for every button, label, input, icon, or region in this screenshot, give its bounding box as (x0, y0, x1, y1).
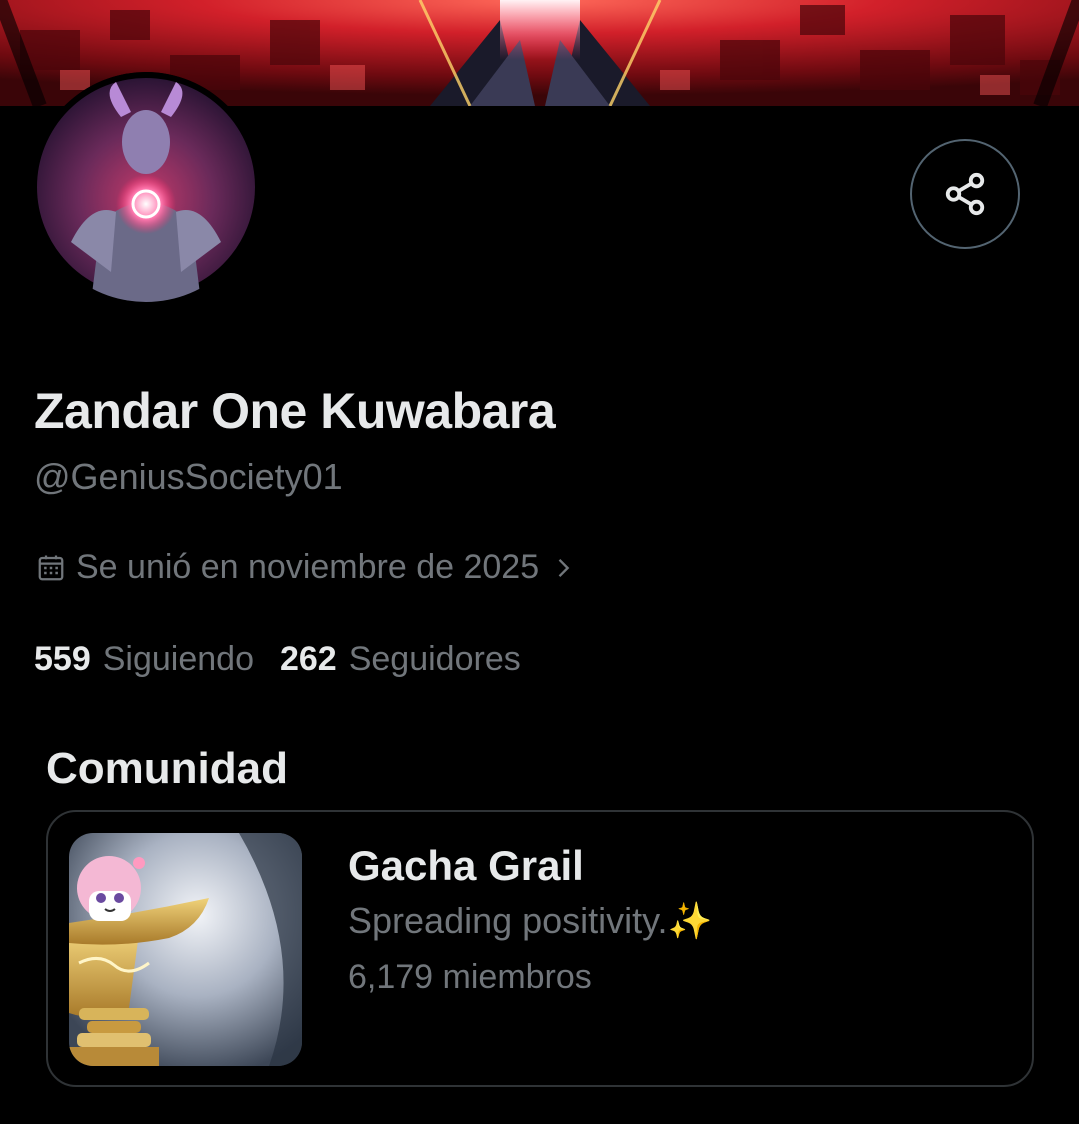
followers-label: Seguidores (348, 640, 521, 678)
follow-stats: 559 Siguiendo 262 Seguidores (34, 640, 547, 679)
share-button[interactable] (910, 139, 1020, 249)
user-handle: @GeniusSociety01 (34, 456, 343, 497)
following-count: 559 (34, 640, 91, 678)
display-name: Zandar One Kuwabara (34, 383, 556, 439)
community-name: Gacha Grail (348, 842, 584, 889)
following-link[interactable]: 559 Siguiendo (34, 640, 254, 679)
community-thumbnail (69, 833, 302, 1066)
chevron-right-icon (558, 558, 570, 577)
community-section-title: Comunidad (46, 744, 288, 793)
community-card[interactable]: Gacha Grail Spreading positivity.✨ 6,179… (46, 810, 1034, 1087)
joined-label: Se unió en noviembre de 2025 (76, 548, 540, 586)
community-description: Spreading positivity.✨ (348, 900, 713, 941)
joined-date[interactable]: Se unió en noviembre de 2025 (36, 548, 577, 587)
community-image (69, 833, 302, 1066)
avatar[interactable] (31, 72, 261, 302)
followers-count: 262 (279, 640, 337, 678)
followers-link[interactable]: 262 Seguidores (280, 640, 521, 679)
share-icon (945, 172, 985, 216)
community-members: 6,179 miembros (348, 958, 592, 996)
avatar-image (31, 72, 261, 302)
following-label: Siguiendo (102, 640, 254, 678)
calendar-icon (38, 555, 64, 580)
